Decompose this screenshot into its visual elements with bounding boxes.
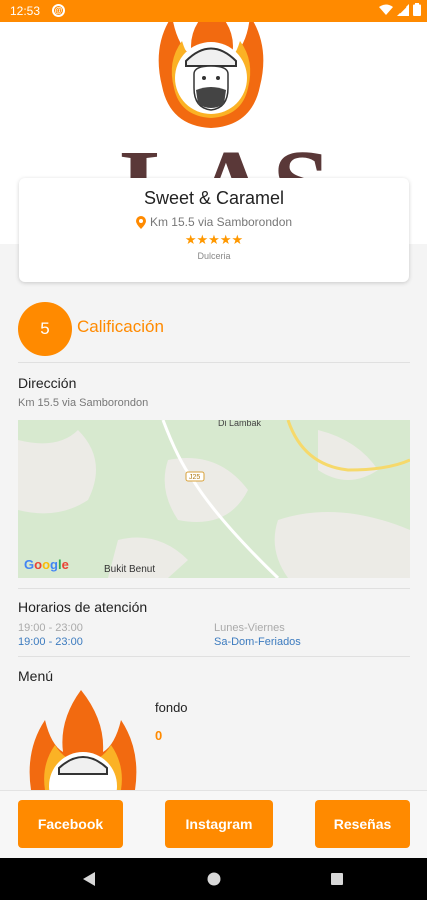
google-logo-letter: e	[61, 557, 69, 572]
location-map[interactable]: J25 Di Lambak Google Bukit Benut	[18, 420, 410, 578]
menu-item-image-icon[interactable]	[25, 690, 141, 790]
rating-stars: ★★★★★	[184, 232, 244, 247]
notification-icon: @	[52, 4, 65, 17]
divider	[18, 588, 410, 589]
hours-section-title: Horarios de atención	[18, 599, 148, 615]
hours-time-1: 19:00 - 23:00	[18, 622, 83, 634]
recents-icon[interactable]	[331, 873, 343, 885]
action-bar: Facebook Instagram Reseñas	[0, 790, 427, 859]
google-logo-letter: g	[50, 557, 58, 572]
battery-icon	[413, 3, 421, 16]
google-logo-letter: o	[34, 557, 43, 572]
reviews-button[interactable]: Reseñas	[315, 800, 410, 848]
road-label: J25	[189, 474, 200, 481]
place-category: Dulceria	[197, 251, 231, 261]
rating-label: Calificación	[77, 317, 164, 336]
menu-item-price: 0	[155, 728, 163, 743]
signal-icon	[397, 3, 409, 16]
place-address: Km 15.5 via Samborondon	[149, 215, 293, 229]
google-logo-letter: o	[42, 557, 51, 572]
android-nav-bar	[0, 858, 427, 900]
menu-item-name[interactable]: fondo	[155, 700, 188, 715]
back-icon[interactable]	[83, 872, 95, 886]
facebook-button[interactable]: Facebook	[18, 800, 123, 848]
status-time: 12:53	[10, 4, 41, 18]
instagram-button[interactable]: Instagram	[165, 800, 273, 848]
divider	[18, 656, 410, 657]
place-name: Sweet & Caramel	[143, 188, 285, 208]
menu-section-title: Menú	[18, 668, 54, 684]
rating-badge: 5	[18, 302, 72, 356]
system-icons	[379, 3, 421, 16]
home-icon[interactable]	[207, 872, 221, 886]
map-place-label: Bukit Benut	[104, 564, 156, 575]
hours-days-2: Sa-Dom-Feriados	[214, 636, 301, 648]
place-address-row: Km 15.5 via Samborondon	[19, 215, 409, 229]
divider	[18, 362, 410, 363]
map-top-label: Di Lambak	[218, 420, 262, 428]
hours-days-1: Lunes-Viernes	[214, 622, 285, 634]
google-logo: Google	[24, 557, 69, 572]
google-logo-letter: G	[24, 557, 35, 572]
address-section-text: Km 15.5 via Samborondon	[18, 397, 149, 409]
wifi-icon	[379, 4, 393, 15]
hours-time-2: 19:00 - 23:00	[18, 636, 83, 648]
map-graphic: J25 Di Lambak	[18, 420, 410, 578]
chef-logo-icon	[158, 22, 264, 128]
place-card: Sweet & Caramel Km 15.5 via Samborondon …	[19, 178, 409, 282]
status-bar: 12:53 @	[0, 0, 427, 22]
address-section-title: Dirección	[18, 375, 77, 391]
location-pin-icon	[135, 215, 146, 229]
